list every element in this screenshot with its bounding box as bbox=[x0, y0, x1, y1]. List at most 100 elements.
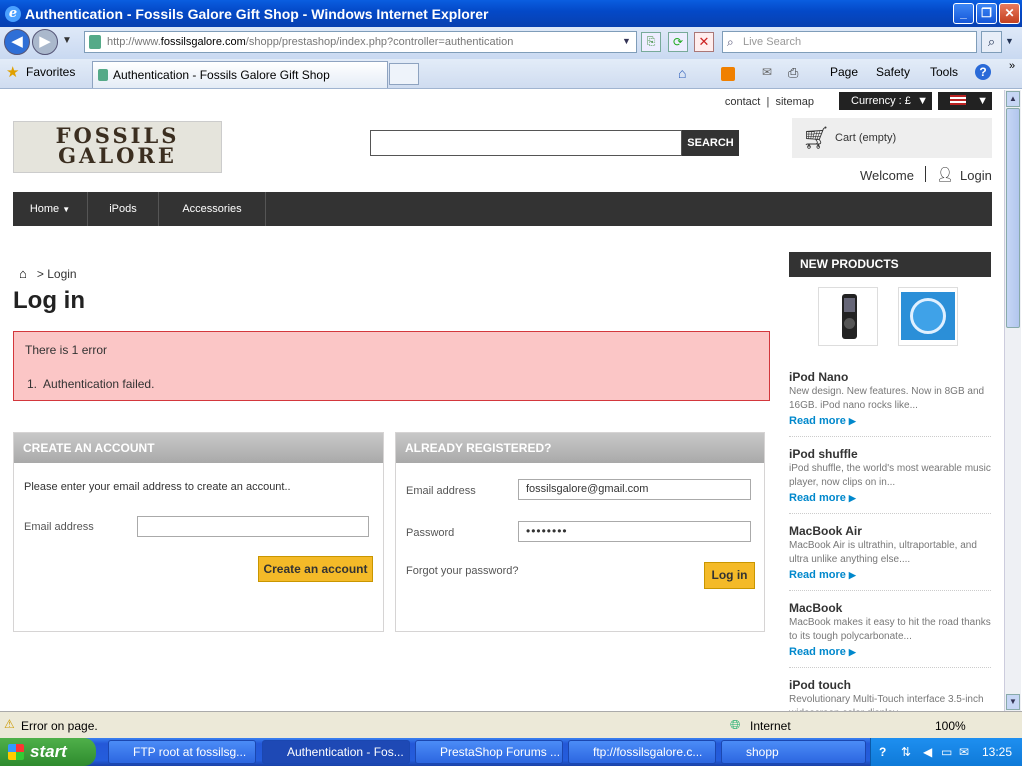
window-title-bar: e Authentication - Fossils Galore Gift S… bbox=[0, 0, 1022, 27]
currency-label: Currency : £ bbox=[851, 95, 911, 107]
new-tab-button[interactable] bbox=[389, 63, 419, 85]
product-thumb-ipod-nano[interactable] bbox=[818, 287, 878, 346]
tray-arrow-icon[interactable]: ◀ bbox=[923, 738, 932, 766]
menu-item-accessories[interactable]: Accessories bbox=[159, 192, 266, 226]
menu-item-home[interactable]: Home ▼ bbox=[13, 192, 88, 226]
error-alert: There is 1 error 1. Authentication faile… bbox=[13, 331, 770, 401]
help-icon[interactable]: ? bbox=[975, 64, 991, 80]
ie-icon: e bbox=[5, 5, 21, 22]
home-icon[interactable]: ⌂ bbox=[19, 266, 27, 281]
home-icon[interactable]: ⌂ bbox=[678, 65, 686, 81]
logo-line-2: GALORE bbox=[58, 143, 177, 168]
forward-button[interactable]: ▶ bbox=[32, 29, 58, 55]
address-dropdown-icon[interactable]: ▼ bbox=[622, 36, 631, 46]
live-search-input[interactable]: ⌕ Live Search bbox=[722, 31, 977, 53]
tab-favicon-icon bbox=[98, 69, 108, 81]
monitor-icon[interactable]: ▭ bbox=[941, 738, 952, 766]
close-button[interactable]: ✕ bbox=[999, 3, 1020, 24]
product-name[interactable]: iPod touch bbox=[789, 678, 991, 692]
new-product-item: iPod Nano New design. New features. Now … bbox=[789, 370, 991, 437]
stop-icon[interactable]: ✕ bbox=[694, 32, 714, 52]
read-more-link[interactable]: Read more ▶ bbox=[789, 646, 991, 658]
language-selector[interactable]: ▼ bbox=[938, 92, 992, 110]
search-options-icon[interactable]: ▼ bbox=[1005, 36, 1014, 46]
product-thumb-ipod-shuffle[interactable] bbox=[898, 287, 958, 346]
favorites-star-icon[interactable]: ★ bbox=[6, 63, 19, 81]
address-bar[interactable]: http://www.fossilsgalore.com/shopp/prest… bbox=[84, 31, 637, 53]
help-tray-icon[interactable]: ? bbox=[879, 738, 886, 766]
task-ftp-folder[interactable]: ftp://fossilsgalore.c... bbox=[568, 740, 716, 764]
search-input[interactable] bbox=[370, 130, 682, 156]
compatibility-icon[interactable]: ⎘ bbox=[641, 32, 661, 52]
scroll-thumb[interactable] bbox=[1006, 108, 1020, 328]
product-name[interactable]: iPod shuffle bbox=[789, 447, 991, 461]
cart-block[interactable]: 🛒︎ Cart (empty) bbox=[792, 118, 992, 158]
maximize-button[interactable]: ❐ bbox=[976, 3, 997, 24]
mail-icon[interactable]: ✉ bbox=[762, 65, 772, 79]
search-go-icon[interactable]: ⌕ bbox=[981, 31, 1002, 53]
refresh-icon[interactable]: ⟳ bbox=[668, 32, 688, 52]
back-button[interactable]: ◀ bbox=[4, 29, 30, 55]
safety-menu[interactable]: Safety bbox=[876, 65, 910, 79]
product-desc: iPod shuffle, the world's most wearable … bbox=[789, 463, 991, 488]
search-button[interactable]: SEARCH bbox=[682, 130, 739, 156]
breadcrumb: ⌂ > Login bbox=[19, 266, 77, 281]
vertical-scrollbar[interactable]: ▲ ▼ bbox=[1004, 90, 1021, 711]
site-favicon-icon bbox=[89, 35, 101, 49]
product-name[interactable]: MacBook Air bbox=[789, 524, 991, 538]
product-desc: New design. New features. Now in 8GB and… bbox=[789, 386, 985, 411]
task-authentication[interactable]: Authentication - Fos... bbox=[262, 740, 410, 764]
feeds-icon[interactable] bbox=[721, 67, 735, 81]
forgot-password-link[interactable]: Forgot your password? bbox=[406, 565, 519, 577]
menu-item-ipods[interactable]: iPods bbox=[88, 192, 159, 226]
cart-status: Cart (empty) bbox=[835, 132, 897, 144]
status-text[interactable]: Error on page. bbox=[21, 719, 98, 733]
clock[interactable]: 13:25 bbox=[982, 738, 1012, 766]
create-email-label: Email address bbox=[24, 521, 94, 533]
task-prestashop-forums[interactable]: PrestaShop Forums ... bbox=[415, 740, 563, 764]
minimize-button[interactable]: _ bbox=[953, 3, 974, 24]
favorites-button[interactable]: Favorites bbox=[26, 65, 75, 79]
login-link[interactable]: Login bbox=[960, 168, 992, 183]
contact-link[interactable]: contact bbox=[725, 96, 760, 108]
create-account-panel: CREATE AN ACCOUNT Please enter your emai… bbox=[13, 432, 384, 632]
zoom-level[interactable]: 100% bbox=[935, 719, 966, 733]
login-button[interactable]: Log in bbox=[704, 562, 755, 589]
currency-selector[interactable]: Currency : £ ▼ bbox=[839, 92, 932, 110]
task-shopp[interactable]: shopp bbox=[721, 740, 866, 764]
login-email-field[interactable]: fossilsgalore@gmail.com bbox=[518, 479, 751, 500]
start-button[interactable]: start bbox=[0, 738, 96, 766]
read-more-link[interactable]: Read more ▶ bbox=[789, 492, 991, 504]
product-name[interactable]: MacBook bbox=[789, 601, 991, 615]
page-menu[interactable]: Page bbox=[830, 65, 858, 79]
sitemap-link[interactable]: sitemap bbox=[775, 96, 814, 108]
network-icon[interactable]: ⇅ bbox=[901, 738, 911, 766]
login-panel-header: ALREADY REGISTERED? bbox=[396, 433, 764, 463]
taskbar: start FTP root at fossilsg... Authentica… bbox=[0, 738, 1022, 766]
task-ftp-root[interactable]: FTP root at fossilsg... bbox=[108, 740, 256, 764]
create-account-button[interactable]: Create an account bbox=[258, 556, 373, 582]
chevron-down-icon: ▼ bbox=[917, 95, 928, 107]
read-more-link[interactable]: Read more ▶ bbox=[789, 415, 991, 427]
new-product-item: MacBook MacBook makes it easy to hit the… bbox=[789, 601, 991, 668]
create-email-field[interactable] bbox=[137, 516, 369, 537]
history-dropdown-icon[interactable]: ▼ bbox=[62, 35, 72, 46]
mail-tray-icon[interactable]: ✉ bbox=[959, 738, 969, 766]
site-logo[interactable]: FOSSILS GALORE bbox=[13, 121, 222, 173]
password-field[interactable]: •••••••• bbox=[518, 521, 751, 542]
create-account-header: CREATE AN ACCOUNT bbox=[14, 433, 383, 463]
print-icon[interactable]: ⎙ bbox=[788, 65, 798, 81]
us-flag-icon bbox=[950, 95, 966, 105]
product-name[interactable]: iPod Nano bbox=[789, 370, 991, 384]
system-tray: ? ⇅ ◀ ▭ ✉ 13:25 bbox=[870, 738, 1022, 766]
warning-icon[interactable]: ⚠ bbox=[4, 717, 15, 731]
tab-title: Authentication - Fossils Galore Gift Sho… bbox=[113, 68, 330, 82]
chevron-more-icon[interactable]: » bbox=[1009, 60, 1015, 72]
read-more-link[interactable]: Read more ▶ bbox=[789, 569, 991, 581]
scroll-up-icon[interactable]: ▲ bbox=[1006, 91, 1020, 107]
live-search-placeholder: Live Search bbox=[743, 36, 802, 48]
tools-menu[interactable]: Tools bbox=[930, 65, 958, 79]
browser-tab[interactable]: Authentication - Fossils Galore Gift Sho… bbox=[92, 61, 388, 88]
ipod-screen bbox=[844, 298, 855, 312]
scroll-down-icon[interactable]: ▼ bbox=[1006, 694, 1020, 710]
